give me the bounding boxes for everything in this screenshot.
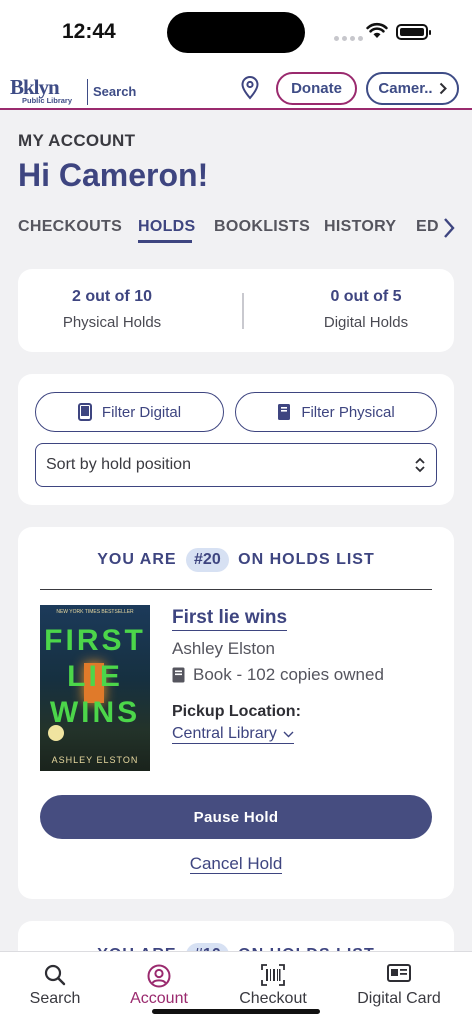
tabbar-label: Checkout (239, 990, 307, 1007)
tabs-scroll-chevron-icon[interactable] (442, 216, 456, 240)
cover-title-line-3: WINS (49, 696, 141, 729)
logo-subtitle: Public Library (22, 96, 73, 105)
book-format-label: Book - 102 copies owned (193, 665, 384, 684)
up-down-chevron-icon (415, 457, 425, 473)
user-menu-button[interactable]: Camer.. (366, 72, 459, 105)
cover-author: ASHLEY ELSTON (51, 755, 139, 765)
account-icon (147, 964, 171, 988)
tabbar-item-account[interactable]: Account (100, 952, 218, 1012)
donate-button[interactable]: Donate (276, 72, 357, 105)
digital-holds-stat: 0 out of 5 Digital Holds (276, 288, 456, 331)
filter-physical-label: Filter Physical (301, 403, 395, 421)
sort-select-value: Sort by hold position (46, 456, 191, 473)
header-search-link[interactable]: Search (93, 84, 136, 99)
chevron-down-icon (283, 731, 294, 737)
chevron-right-icon (439, 82, 447, 95)
filter-digital-label: Filter Digital (101, 403, 182, 421)
hold-divider (40, 589, 432, 590)
battery-icon (396, 24, 431, 40)
hold-card: YOU ARE #20 ON HOLDS LIST NEW YORK TIMES… (18, 527, 454, 899)
tabbar-item-search[interactable]: Search (0, 952, 114, 1012)
cover-sticker (48, 725, 64, 741)
physical-holds-stat: 2 out of 10 Physical Holds (22, 288, 202, 331)
physical-holds-label: Physical Holds (62, 314, 162, 331)
dynamic-island (167, 12, 305, 53)
pickup-location-label: Pickup Location: (172, 703, 301, 720)
search-icon (44, 964, 66, 986)
sort-select[interactable]: Sort by hold position (35, 443, 437, 487)
pause-hold-button[interactable]: Pause Hold (40, 795, 432, 839)
status-bar: 12:44 (0, 0, 472, 62)
pickup-location-value: Central Library (172, 725, 277, 742)
tabbar-label: Digital Card (357, 990, 441, 1007)
tabbar-label: Search (29, 990, 81, 1007)
tab-checkouts[interactable]: CHECKOUTS (18, 218, 122, 236)
hold-position-heading: YOU ARE #20 ON HOLDS LIST (18, 548, 454, 572)
tab-holds[interactable]: HOLDS (138, 218, 196, 236)
logo-wordmark: Bklyn (10, 75, 60, 99)
book-cover[interactable]: NEW YORK TIMES BESTSELLER FIRST LIE WINS… (40, 605, 150, 771)
digital-holds-value: 0 out of 5 (330, 288, 402, 305)
tab-ed[interactable]: ED (416, 218, 439, 236)
digital-holds-label: Digital Holds (323, 314, 409, 331)
home-indicator (152, 1009, 320, 1014)
logo-divider (87, 79, 88, 105)
app-header: Bklyn Public Library Search Donate Camer… (0, 62, 472, 110)
book-icon (172, 667, 185, 683)
cellular-signal-icon (334, 36, 363, 41)
pickup-location-select[interactable]: Central Library (172, 725, 294, 744)
filters-card: Filter Digital Filter Physical Sort by h… (18, 374, 454, 505)
book-author: Ashley Elston (172, 639, 275, 658)
card-icon (387, 964, 411, 982)
cancel-hold-container: Cancel Hold (18, 854, 454, 874)
cover-title-line-2: LIE (67, 660, 123, 693)
physical-holds-value: 2 out of 10 (71, 288, 152, 305)
filter-physical-button[interactable]: Filter Physical (235, 392, 437, 432)
book-icon (278, 404, 291, 420)
barcode-icon (261, 964, 285, 986)
filter-digital-button[interactable]: Filter Digital (35, 392, 224, 432)
hold-heading-suffix: ON HOLDS LIST (238, 551, 375, 568)
user-menu-label: Camer.. (378, 80, 433, 97)
tablet-icon (77, 403, 92, 421)
tabbar-label: Account (130, 990, 188, 1007)
tabbar-item-checkout[interactable]: Checkout (214, 952, 332, 1012)
tab-booklists[interactable]: BOOKLISTS (214, 218, 310, 236)
section-eyebrow: MY ACCOUNT (18, 131, 136, 150)
cancel-hold-link[interactable]: Cancel Hold (189, 854, 283, 874)
library-logo[interactable]: Bklyn Public Library (10, 75, 84, 106)
stats-divider (242, 293, 244, 329)
hold-heading-prefix: YOU ARE (97, 551, 177, 568)
status-time: 12:44 (62, 20, 116, 43)
page-title: Hi Cameron! (18, 157, 209, 193)
book-title-link[interactable]: First lie wins (172, 607, 288, 631)
book-format: Book - 102 copies owned (172, 665, 384, 685)
location-pin-icon[interactable] (240, 76, 260, 100)
tab-history[interactable]: HISTORY (324, 218, 396, 236)
cover-tagline: NEW YORK TIMES BESTSELLER (56, 609, 134, 615)
holds-summary-card: 2 out of 10 Physical Holds 0 out of 5 Di… (18, 269, 454, 352)
account-tabs: CHECKOUTS HOLDS BOOKLISTS HISTORY ED (18, 218, 454, 248)
tabbar-item-digital-card[interactable]: Digital Card (340, 952, 458, 1012)
wifi-icon (366, 22, 388, 38)
active-tab-indicator (138, 240, 192, 243)
hold-position-badge: #20 (186, 548, 229, 572)
cover-title-line-1: FIRST (44, 624, 146, 657)
